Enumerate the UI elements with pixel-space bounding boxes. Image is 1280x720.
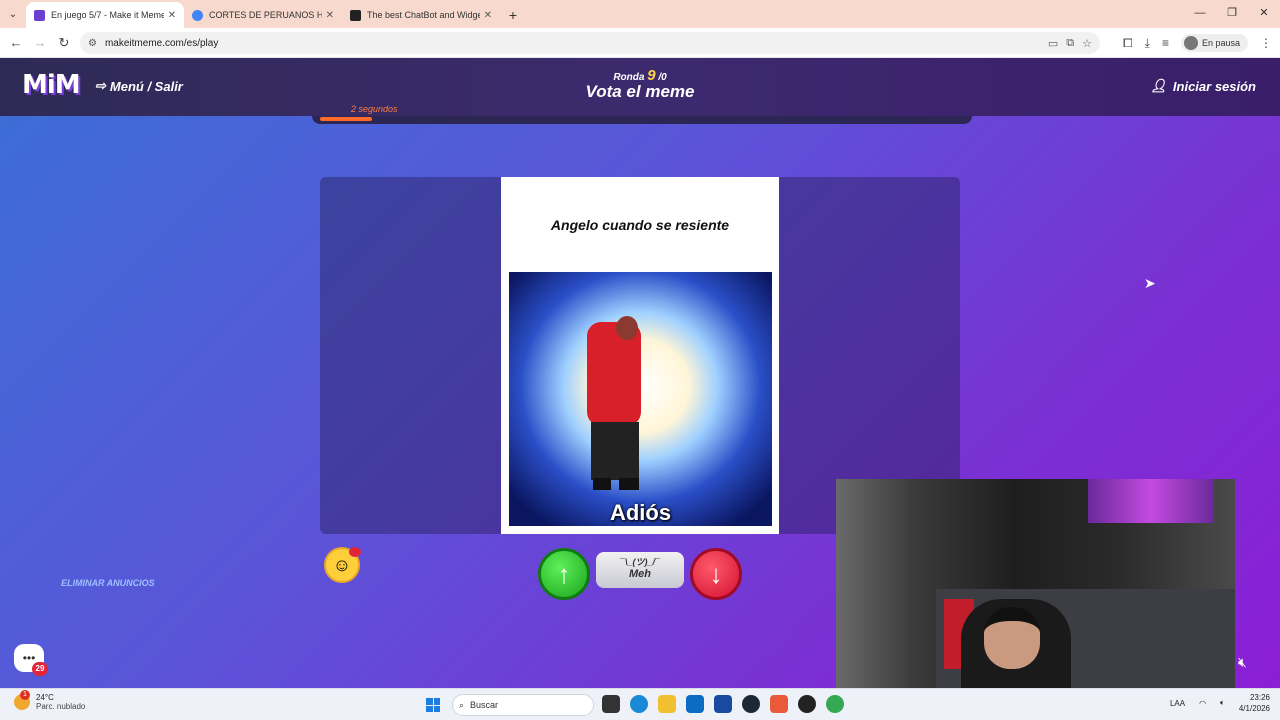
- close-tab-icon[interactable]: ✕: [326, 10, 334, 21]
- taskbar-apps: [602, 695, 844, 713]
- meme-card: Angelo cuando se resiente Adiós: [501, 177, 779, 534]
- file-explorer-icon[interactable]: [658, 695, 676, 713]
- mute-icon[interactable]: 🔇︎: [1238, 654, 1247, 671]
- login-button[interactable]: 👤︎ Iniciar sesión: [1150, 78, 1256, 94]
- app-icon[interactable]: [770, 695, 788, 713]
- timer-label: 2 segundos: [351, 104, 398, 114]
- clock-date: 4/1/2026: [1238, 704, 1270, 713]
- weather-desc: Parc. nublado: [36, 702, 86, 711]
- meme-caption: Angelo cuando se resiente: [550, 217, 730, 233]
- edge-icon[interactable]: [630, 695, 648, 713]
- meme-image-text: Adiós: [609, 500, 672, 525]
- more-menu-icon[interactable]: ⋮: [1260, 36, 1272, 50]
- tab-cortes-peruanos[interactable]: CORTES DE PERUANOS HORRIB ✕: [184, 2, 342, 28]
- store-icon[interactable]: [686, 695, 704, 713]
- mouse-cursor-icon: ➤: [1144, 275, 1156, 291]
- url-text: makeitmeme.com/es/play: [104, 37, 219, 49]
- profile-button[interactable]: En pausa: [1180, 34, 1248, 52]
- chatbot-widget-button[interactable]: ••• 29: [14, 644, 48, 676]
- weather-sun-icon: 1: [14, 690, 30, 710]
- translate-icon[interactable]: ⧉: [1066, 37, 1074, 50]
- system-tray: LAA ◠ 🔈︎ 23:26 4/1/2026: [1170, 692, 1270, 714]
- streamer-head: [984, 607, 1040, 669]
- upvote-button[interactable]: ↑: [538, 548, 590, 600]
- search-icon: ⌕: [459, 699, 465, 710]
- taskbar-search[interactable]: ⌕ Buscar: [452, 694, 594, 716]
- meh-label: Meh: [629, 568, 651, 580]
- avatar: [1183, 36, 1198, 50]
- tab-chatbot-widgets[interactable]: The best ChatBot and Widgets ✕: [342, 2, 500, 28]
- outlook-icon[interactable]: [714, 695, 732, 713]
- close-tab-icon[interactable]: ✕: [484, 10, 492, 21]
- shrug-text: ¯\_(ツ)_/¯: [620, 557, 660, 567]
- bookmark-star-icon[interactable]: ☆: [1082, 37, 1092, 50]
- tab-title: En juego 5/7 - Make it Meme: [51, 10, 164, 20]
- new-tab-button[interactable]: +: [500, 2, 526, 28]
- address-bar: ← → ↻ ⚙ makeitmeme.com/es/play ▭ ⧉ ☆ ⧠ ⤓…: [0, 28, 1280, 58]
- meh-button[interactable]: ¯\_(ツ)_/¯ Meh: [596, 552, 684, 588]
- search-placeholder: Buscar: [470, 700, 499, 710]
- page-title: Vota el meme: [585, 82, 695, 101]
- taskbar: 1 24°C Parc. nublado ⌕ Buscar LAA ◠ 🔈︎ 2…: [0, 688, 1280, 720]
- browser-tab-bar: ⌄ En juego 5/7 - Make it Meme ✕ CORTES D…: [0, 0, 1280, 28]
- tv-screen: [1088, 479, 1214, 523]
- tab-search-icon[interactable]: ⌄: [0, 0, 26, 28]
- clock[interactable]: 23:26 4/1/2026: [1239, 692, 1270, 714]
- extensions-icon[interactable]: ⧠: [1123, 36, 1133, 51]
- window-controls: — ❐ ✕: [1184, 0, 1280, 28]
- chrome-icon[interactable]: [826, 695, 844, 713]
- downvote-button[interactable]: ↓: [690, 548, 742, 600]
- download-icon[interactable]: ⤓: [1145, 36, 1150, 51]
- site-info-icon[interactable]: ⚙: [88, 38, 97, 49]
- wifi-icon[interactable]: ◠: [1199, 699, 1206, 708]
- makeitmeme-favicon-icon: [34, 9, 45, 21]
- volume-icon[interactable]: 🔈︎: [1220, 698, 1225, 708]
- weather-temp: 24°C: [36, 693, 54, 702]
- webcam-overlay: [836, 479, 1235, 705]
- round-info: Ronda 9 /0 Vota el meme: [0, 67, 1280, 102]
- task-view-icon[interactable]: [602, 695, 620, 713]
- heart-icon: [349, 547, 361, 557]
- profile-label: En pausa: [1201, 38, 1240, 48]
- google-favicon-icon: [192, 9, 203, 21]
- github-favicon-icon: [350, 9, 361, 21]
- close-window-icon[interactable]: ✕: [1248, 0, 1280, 28]
- clock-time: 23:26: [1249, 693, 1270, 702]
- forward-arrow-icon[interactable]: →: [28, 35, 52, 50]
- tab-title: CORTES DE PERUANOS HORRIB: [209, 10, 322, 20]
- remove-ads-link[interactable]: ELIMINAR ANUNCIOS: [61, 578, 155, 588]
- arrow-down-icon: ↓: [709, 558, 723, 589]
- login-label: Iniciar sesión: [1172, 78, 1256, 94]
- steam-icon[interactable]: [742, 695, 760, 713]
- meme-picture-svg: [509, 272, 772, 526]
- reaction-emoji-button[interactable]: ☺: [324, 547, 361, 583]
- cast-icon[interactable]: ▭: [1048, 37, 1058, 50]
- tab-make-it-meme[interactable]: En juego 5/7 - Make it Meme ✕: [26, 2, 184, 28]
- user-icon: 👤︎: [1150, 78, 1167, 93]
- restore-icon[interactable]: ❐: [1216, 0, 1248, 28]
- media-controls-icon[interactable]: ≡: [1162, 36, 1169, 50]
- close-tab-icon[interactable]: ✕: [168, 10, 176, 21]
- smiling-face-icon: ☺: [332, 554, 352, 575]
- arrow-up-icon: ↑: [557, 558, 571, 589]
- reload-icon[interactable]: ↻: [52, 35, 76, 51]
- weather-badge: 1: [20, 690, 30, 700]
- weather-widget[interactable]: 1 24°C Parc. nublado: [14, 690, 86, 711]
- tab-title: The best ChatBot and Widgets: [367, 10, 480, 20]
- windows-start-icon[interactable]: [426, 698, 440, 712]
- timer-bar-fill: [320, 117, 372, 121]
- omnibox-actions: ▭ ⧉ ☆: [1048, 32, 1092, 54]
- game-header: MiM ⇨ Menú / Salir Ronda 9 /0 Vota el me…: [0, 58, 1280, 116]
- back-arrow-icon[interactable]: ←: [4, 35, 28, 50]
- browser-toolbar: ⧠ ⤓ ≡ En pausa ⋮: [1123, 28, 1272, 58]
- notification-badge: 29: [32, 662, 48, 676]
- obs-icon[interactable]: [798, 695, 816, 713]
- url-field[interactable]: ⚙ makeitmeme.com/es/play ▭ ⧉ ☆: [80, 32, 1100, 54]
- minimize-icon[interactable]: —: [1184, 0, 1216, 28]
- timer-bar: [312, 116, 972, 124]
- meme-image: Adiós: [509, 272, 772, 526]
- language-indicator[interactable]: LAA: [1170, 699, 1185, 708]
